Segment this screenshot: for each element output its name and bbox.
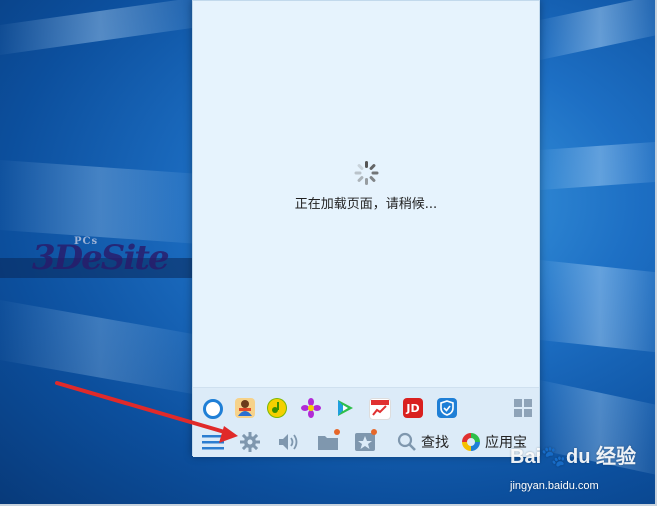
desktop-wallpaper: PCs 3DeSite 正在加载页面，请稍候... JD 查找 应用宝 Bai🐾… bbox=[0, 0, 657, 506]
baidu-jingyan-watermark: Bai🐾du 经验 jingyan.baidu.com bbox=[510, 446, 637, 492]
watermark-site: jingyan.baidu.com bbox=[510, 480, 599, 492]
red-arrow-annotation bbox=[55, 381, 238, 443]
